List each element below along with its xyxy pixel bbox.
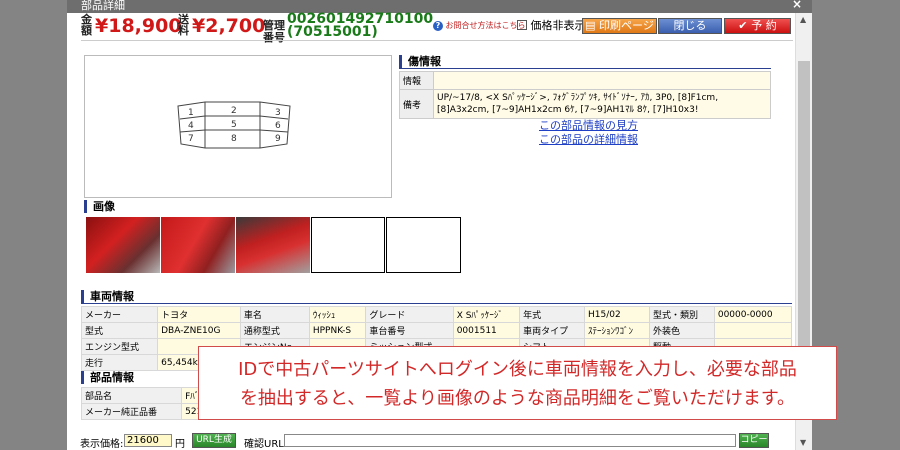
damage-info-value [433, 71, 771, 90]
scroll-down-icon[interactable]: ▼ [800, 438, 806, 447]
vehicle-row: 型式 DBA-ZNE10G 通称型式 HPPNK-S 車台番号 0001511 車両タイプｽ… [80, 322, 793, 339]
damage-underline [399, 68, 771, 69]
shipping-amount: ¥2,700 [192, 15, 266, 37]
inquiry-link[interactable]: ? お問合せ方法はこちら [433, 20, 526, 32]
close-button[interactable]: 閉じる [658, 18, 722, 34]
confirm-url-label: 確認URL: [244, 439, 288, 450]
diagram-number-4: 4 [188, 121, 194, 131]
vehicle-field-value: ｳｨｯｼｭ [308, 306, 367, 323]
diagram-number-7: 7 [188, 134, 194, 144]
vehicle-field-label: メーカー [80, 306, 159, 323]
diagram-number-6: 6 [275, 121, 281, 131]
management-number: 002601492710100 (70515001) [287, 11, 434, 40]
vehicle-field-label: エンジン型式 [80, 338, 159, 355]
diagram-number-8: 8 [231, 134, 237, 144]
how-to-read-link[interactable]: この部品情報の見方 [539, 119, 638, 133]
scroll-up-icon[interactable]: ▲ [800, 15, 806, 24]
vehicle-field-label: 車名 [239, 306, 310, 323]
display-price-label: 表示価格: [80, 439, 124, 450]
diagram-number-5: 5 [231, 120, 237, 130]
header-divider [81, 40, 793, 41]
generate-url-button[interactable]: URL生成 [192, 433, 236, 448]
damage-table: 情報 備考 UP/~17/8, <X Sﾊﾟｯｹｰｼﾞ>, ﾌｫｸﾞﾗﾝﾌﾟﾂｷ… [399, 71, 771, 119]
checkmark-icon: ✔ [738, 19, 752, 32]
display-price-input[interactable]: 21600 [124, 434, 172, 447]
vehicle-field-value: H15/02 [584, 306, 650, 323]
hide-price-checkbox[interactable] [517, 20, 527, 30]
vehicle-field-value: X Sﾊﾟｯｹｰｼﾞ [452, 306, 521, 323]
parts-field-label: メーカー純正品番 [80, 403, 183, 420]
vehicle-field-value: トヨタ [157, 306, 241, 323]
confirm-url-field[interactable] [284, 434, 736, 447]
vehicle-field-label: 年式 [519, 306, 586, 323]
damage-note-label: 備考 [399, 89, 434, 119]
explanation-callout: IDで中古パーツサイトへログイン後に車両情報を入力し、必要な部品 を抽出すると、… [198, 346, 837, 420]
close-icon[interactable]: × [792, 0, 802, 10]
diagram-number-3: 3 [275, 108, 281, 118]
url-bar: 表示価格: 21600 円 URL生成 確認URL: コピー [67, 429, 812, 450]
vehicle-field-value: HPPNK-S [308, 322, 367, 339]
dialog-title: 部品詳細 [81, 0, 125, 12]
vehicle-field-value: ｽﾃｰｼｮﾝﾜｺﾞﾝ [584, 322, 650, 339]
price-label: 金 額 [81, 13, 92, 37]
diagram-number-9: 9 [275, 134, 281, 144]
vehicle-underline [81, 303, 792, 304]
vehicle-field-value: DBA-ZNE10G [157, 322, 241, 339]
parts-field-label: 部品名 [80, 387, 183, 404]
part-photo-2[interactable] [161, 217, 235, 273]
vehicle-heading: 車両情報 [81, 290, 134, 303]
vehicle-field-label: 外装色 [648, 322, 715, 339]
help-icon: ? [433, 21, 443, 31]
parts-heading: 部品情報 [81, 371, 134, 384]
shipping-label: 送 料 [178, 13, 189, 37]
diagram-number-2: 2 [231, 106, 237, 116]
vehicle-field-label: 走行 [80, 354, 159, 371]
dialog-titlebar: 部品詳細 × [67, 0, 812, 13]
printer-icon: ▤ [585, 19, 600, 32]
yen-label: 円 [175, 439, 185, 450]
callout-line-2: を抽出すると、一覧より画像のような商品明細をご覧いただけます。 [239, 388, 796, 409]
vehicle-field-label: 通称型式 [239, 322, 310, 339]
callout-line-1: IDで中古パーツサイトへログイン後に車両情報を入力し、必要な部品 [238, 359, 797, 380]
reserve-button[interactable]: ✔ 予 約 [724, 18, 791, 34]
vehicle-field-label: 車両タイプ [519, 322, 586, 339]
damage-info-label: 情報 [399, 71, 434, 90]
part-photo-slot-5 [386, 217, 461, 273]
part-photo-slot-4 [311, 217, 385, 273]
vehicle-field-label: 車台番号 [365, 322, 454, 339]
part-detail-link[interactable]: この部品の詳細情報 [539, 133, 638, 147]
hide-price-toggle[interactable]: 価格非表示 [517, 19, 586, 32]
price-amount: ¥18,900 [95, 15, 182, 37]
diagram-number-1: 1 [188, 108, 194, 118]
vehicle-row: メーカー トヨタ 車名 ｳｨｯｼｭ グレード X Sﾊﾟｯｹｰｼﾞ 年式 H15/02 型式・類… [80, 306, 793, 323]
vehicle-field-label: 型式・類別 [648, 306, 715, 323]
print-page-button[interactable]: ▤ 印刷ページ [582, 18, 657, 34]
part-position-diagram: 1 2 3 4 5 6 7 8 9 [84, 55, 392, 198]
vehicle-field-label: 型式 [80, 322, 159, 339]
damage-heading: 傷情報 [399, 55, 441, 68]
vehicle-field-label: グレード [365, 306, 454, 323]
vehicle-field-value [713, 322, 793, 339]
vehicle-field-value: 0001511 [452, 322, 521, 339]
vehicle-field-value: 00000-0000 [713, 306, 793, 323]
part-photo-1[interactable] [86, 217, 160, 273]
copy-button[interactable]: コピー [739, 433, 769, 448]
part-photo-3[interactable] [236, 217, 310, 273]
bumper-grid-diagram: 1 2 3 4 5 6 7 8 9 [177, 101, 291, 149]
images-heading: 画像 [84, 200, 115, 213]
damage-note-value: UP/~17/8, <X Sﾊﾟｯｹｰｼﾞ>, ﾌｫｸﾞﾗﾝﾌﾟﾂｷ, ｻｲﾄﾞ… [433, 89, 771, 119]
